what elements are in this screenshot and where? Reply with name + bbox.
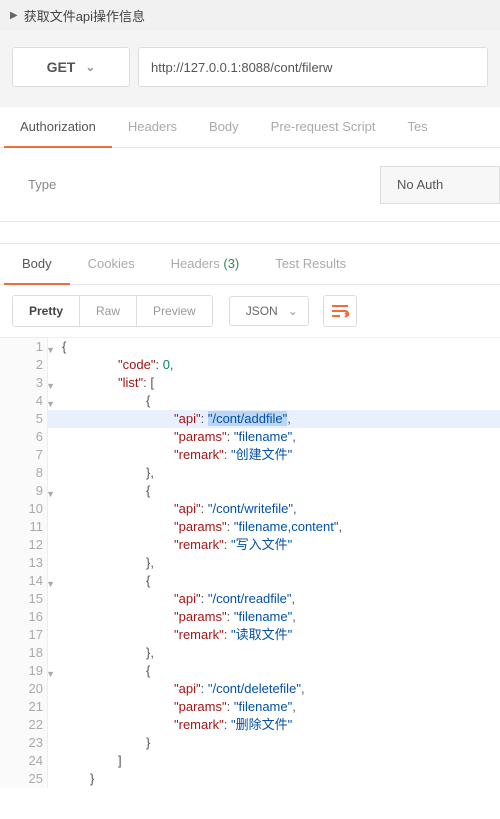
format-label: JSON	[246, 304, 278, 318]
resp-tab-cookies[interactable]: Cookies	[70, 244, 153, 285]
tab-authorization[interactable]: Authorization	[4, 107, 112, 148]
resp-tab-test-results[interactable]: Test Results	[257, 244, 364, 285]
tab-headers[interactable]: Headers	[112, 107, 193, 148]
auth-type-row: Type No Auth	[0, 148, 500, 222]
view-mode-group: Pretty Raw Preview	[12, 295, 213, 327]
view-raw-button[interactable]: Raw	[80, 296, 137, 326]
auth-type-select[interactable]: No Auth	[380, 166, 500, 204]
auth-type-label: Type	[0, 177, 380, 192]
request-tabs: Authorization Headers Body Pre-request S…	[0, 107, 500, 148]
http-method-label: GET	[47, 59, 76, 75]
wrap-icon	[331, 304, 349, 318]
json-editor[interactable]: 1▼{ 2code: 0, 3▼list: [ 4▼{ 5api: /cont/…	[0, 337, 500, 788]
request-title: 获取文件api操作信息	[24, 6, 145, 25]
resp-tab-headers[interactable]: Headers (3)	[153, 244, 258, 285]
section-gap	[0, 222, 500, 244]
view-preview-button[interactable]: Preview	[137, 296, 212, 326]
view-pretty-button[interactable]: Pretty	[13, 296, 80, 326]
request-title-bar[interactable]: ▶ 获取文件api操作信息	[0, 0, 500, 31]
chevron-down-icon: ⌄	[85, 60, 95, 74]
tab-prerequest[interactable]: Pre-request Script	[255, 107, 392, 148]
collapse-triangle-icon: ▶	[10, 10, 18, 21]
resp-tab-body[interactable]: Body	[4, 244, 70, 285]
url-input[interactable]	[138, 47, 488, 87]
tab-tests[interactable]: Tes	[391, 107, 443, 148]
response-tabs: Body Cookies Headers (3) Test Results	[0, 244, 500, 285]
tab-body[interactable]: Body	[193, 107, 255, 148]
auth-type-value: No Auth	[397, 177, 443, 192]
wrap-lines-button[interactable]	[323, 295, 357, 327]
http-method-select[interactable]: GET ⌄	[12, 47, 130, 87]
format-select[interactable]: JSON ⌄	[229, 296, 309, 326]
request-url-row: GET ⌄	[0, 31, 500, 107]
chevron-down-icon: ⌄	[288, 304, 298, 318]
response-toolbar: Pretty Raw Preview JSON ⌄	[0, 285, 500, 337]
